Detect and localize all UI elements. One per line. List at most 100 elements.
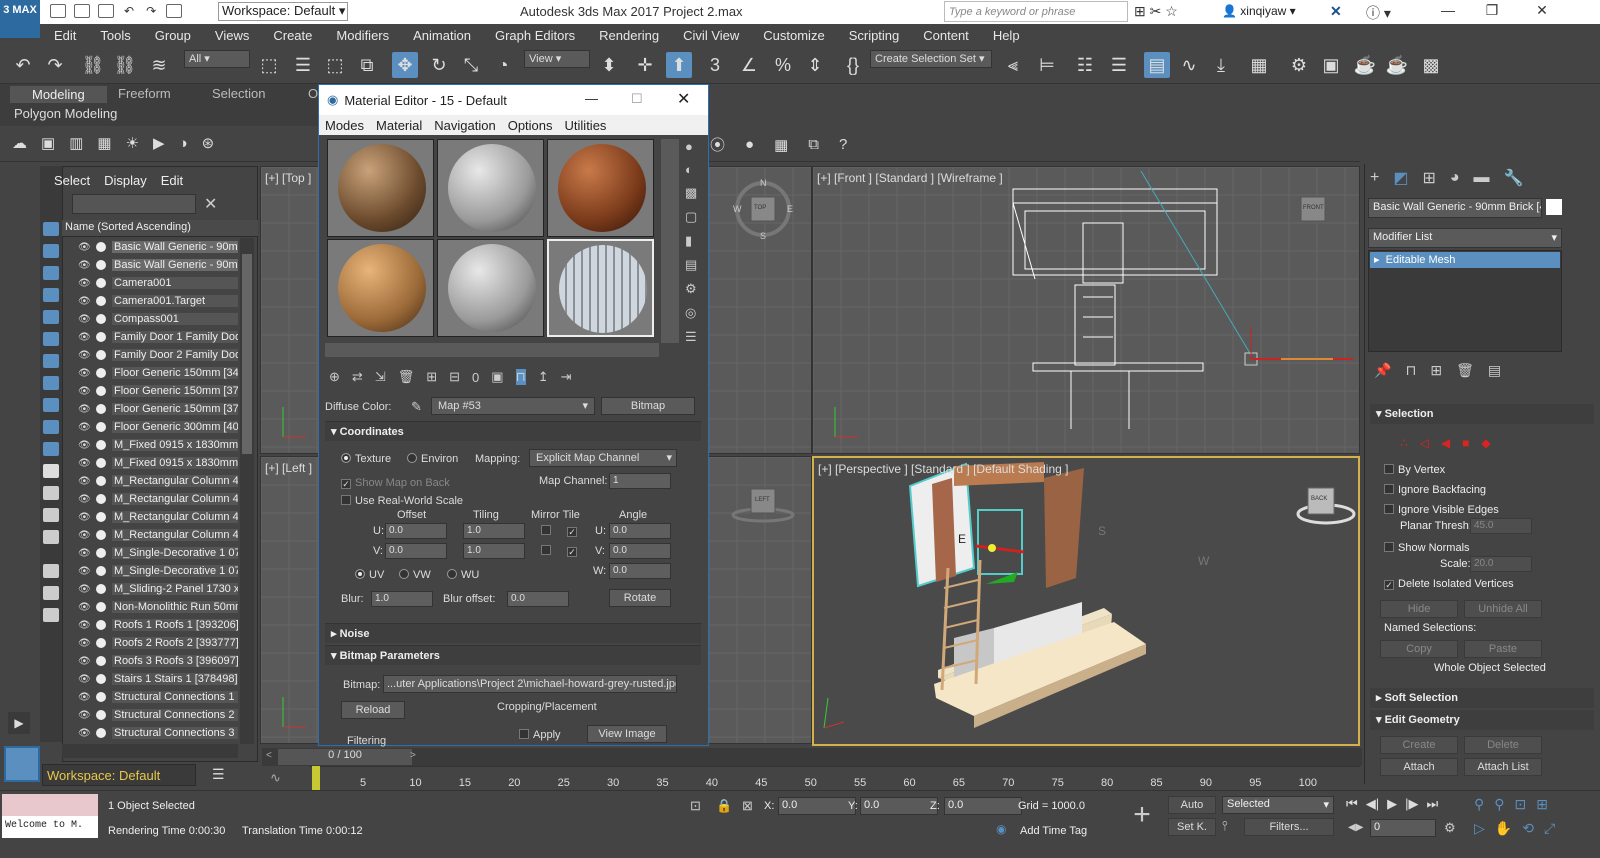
viewport-perspective[interactable]: [+] [Perspective ] [Standard ] [Default … — [812, 456, 1360, 746]
explorer-item[interactable]: 👁 Camera001 — [62, 274, 238, 292]
paste-button[interactable]: Paste — [1464, 640, 1542, 658]
bitmap-parameters-rollout[interactable]: ▾ Bitmap Parameters — [325, 645, 701, 665]
show-shaded-icon[interactable]: ▣ — [491, 369, 503, 385]
viewport-label-perspective[interactable]: [+] [Perspective ] [Standard ] [Default … — [818, 462, 1068, 476]
explorer-search-input[interactable] — [72, 194, 196, 214]
go-forward-icon[interactable]: ⇥ — [561, 369, 572, 385]
material-slot-4[interactable] — [327, 239, 434, 337]
v-offset-spinner[interactable]: 0.0 — [385, 543, 447, 559]
undo-icon[interactable]: ↶ — [124, 4, 134, 18]
polygon-icon[interactable]: ■ — [1462, 436, 1469, 450]
xref-filter-icon[interactable] — [43, 376, 59, 390]
visibility-eye-icon[interactable]: 👁 — [78, 566, 92, 577]
uv-tiling-icon[interactable]: ▢ — [685, 209, 697, 225]
light-icon[interactable]: ☀ — [126, 134, 139, 152]
visibility-eye-icon[interactable]: 👁 — [78, 710, 92, 721]
curve-editor-icon[interactable]: ∿ — [1176, 52, 1202, 78]
spinner-snap-icon[interactable]: ⇕ — [802, 52, 828, 78]
visibility-eye-icon[interactable]: 👁 — [78, 404, 92, 415]
explorer-item-label[interactable]: Floor Generic 150mm [343 — [112, 367, 238, 379]
checker-icon[interactable]: ⦿ — [710, 134, 725, 155]
v-angle-spinner[interactable]: 0.0 — [609, 543, 671, 559]
explorer-item-label[interactable]: Compass001 — [112, 313, 238, 325]
modifier-list-dropdown[interactable]: Modifier List ▾ — [1368, 228, 1562, 248]
layers-icon[interactable]: ☰ — [212, 766, 225, 783]
make-preview-icon[interactable]: ▤ — [685, 257, 697, 273]
real-world-scale-checkbox[interactable]: Use Real-World Scale — [341, 495, 463, 507]
go-to-end-icon[interactable]: ⏭ — [1426, 796, 1438, 812]
explorer-item[interactable]: 👁 Non-Monolithic Run 50mm — [62, 598, 238, 616]
explorer-item[interactable]: 👁 Basic Wall Generic - 90mm — [62, 238, 238, 256]
ribbon-tab-selection[interactable]: Selection — [212, 86, 265, 101]
display-tab-icon[interactable]: ▬ — [1474, 169, 1490, 187]
frozen-filter-icon[interactable] — [43, 442, 59, 456]
explorer-item-label[interactable]: M_Rectangular Column 45 — [112, 529, 238, 541]
motion-tab-icon[interactable]: ◕ — [1450, 169, 1460, 187]
key-mode-toggle-icon[interactable]: ◀▶ — [1348, 822, 1363, 833]
menu-customize[interactable]: Customize — [763, 28, 824, 43]
maxscript-mini-listener[interactable]: Welcome to M. — [2, 816, 98, 838]
explorer-item[interactable]: 👁 Roofs 3 Roofs 3 [396097] — [62, 652, 238, 670]
ribbon-tab-modeling[interactable]: Modeling — [10, 86, 107, 103]
u-tile-checkbox[interactable]: ✓ — [567, 525, 581, 537]
scene-explorer-toggle-icon[interactable]: ☷ — [1072, 52, 1098, 78]
key-filter-selected-dropdown[interactable]: Selected ▾ — [1222, 796, 1334, 814]
time-slider[interactable]: 0 / 100 < > — [262, 748, 1362, 766]
by-vertex-checkbox[interactable]: By Vertex — [1384, 464, 1445, 476]
explorer-item-label[interactable]: M_Fixed 0915 x 1830mm [ — [112, 439, 238, 451]
current-frame-marker[interactable] — [312, 766, 320, 790]
put-to-library-icon[interactable]: ⊟ — [449, 369, 460, 385]
rotate-button[interactable]: Rotate — [609, 589, 671, 607]
workspace-selector[interactable]: Workspace: Default — [42, 764, 196, 786]
menu-graph-editors[interactable]: Graph Editors — [495, 28, 575, 43]
edit-named-selection-icon[interactable]: {} — [840, 52, 866, 78]
explorer-item-label[interactable]: Structural Connections 1 S — [112, 691, 238, 703]
visibility-eye-icon[interactable]: 👁 — [78, 584, 92, 595]
render-in-cloud-icon[interactable]: ▩ — [1418, 52, 1444, 78]
menu-rendering[interactable]: Rendering — [599, 28, 659, 43]
close-icon[interactable]: ✕ — [677, 89, 690, 109]
select-scale-icon[interactable]: ⤡ — [458, 52, 484, 78]
visibility-eye-icon[interactable]: 👁 — [78, 332, 92, 343]
y-coordinate-field[interactable]: 0.0 — [860, 797, 938, 815]
zoom-all-icon[interactable]: ⚲ — [1494, 796, 1504, 813]
visibility-eye-icon[interactable]: 👁 — [78, 386, 92, 397]
viewport-label-top[interactable]: [+] [Top ] — [265, 171, 311, 185]
autodesk-360-icon[interactable]: ✕ — [1330, 3, 1342, 20]
explorer-item-label[interactable]: Floor Generic 150mm [373 — [112, 403, 238, 415]
prev-frame-icon[interactable]: < — [266, 750, 272, 761]
ignore-visible-edges-checkbox[interactable]: Ignore Visible Edges — [1384, 504, 1499, 516]
visibility-eye-icon[interactable]: 👁 — [78, 638, 92, 649]
explorer-column-header[interactable]: Name (Sorted Ascending) — [62, 220, 258, 237]
select-object-icon[interactable]: ⬚ — [256, 52, 282, 78]
visibility-eye-icon[interactable]: 👁 — [78, 548, 92, 559]
visibility-eye-icon[interactable]: 👁 — [78, 692, 92, 703]
vertex-icon[interactable]: ∴ — [1400, 436, 1408, 450]
new-file-icon[interactable] — [50, 4, 66, 18]
material-slot-2[interactable] — [437, 139, 544, 237]
material-id-icon[interactable]: 0 — [472, 370, 479, 385]
noise-rollout[interactable]: ▸ Noise — [325, 623, 701, 643]
render-production-icon[interactable]: ☕ — [1352, 52, 1378, 78]
modify-tab-icon[interactable]: ◩ — [1393, 168, 1408, 188]
explorer-item[interactable]: 👁 Compass001 — [62, 310, 238, 328]
explorer-item[interactable]: 👁 M_Sliding-2 Panel 1730 x 2 — [62, 580, 238, 598]
selection-rollout[interactable]: ▾ Selection — [1370, 404, 1594, 424]
restore-icon[interactable]: ❐ — [1480, 2, 1504, 22]
visibility-eye-icon[interactable]: 👁 — [78, 260, 92, 271]
face-icon[interactable]: ◀ — [1441, 436, 1450, 450]
material-slot-3[interactable] — [547, 139, 654, 237]
filters-button[interactable]: Filters... — [1244, 818, 1334, 836]
bind-space-warp-icon[interactable]: ≋ — [146, 52, 172, 78]
object-color-swatch[interactable] — [1546, 199, 1562, 215]
explorer-item[interactable]: 👁 Roofs 2 Roofs 2 [393777] — [62, 634, 238, 652]
zoom-extents-icon[interactable]: ⊡ — [1515, 796, 1527, 813]
filter-funnel-icon[interactable] — [43, 564, 59, 578]
reference-coordinate-dropdown[interactable]: View ▾ — [524, 50, 590, 68]
workspace-dropdown[interactable]: Workspace: Default ▾ — [218, 2, 348, 21]
explorer-item-label[interactable]: M_Single-Decorative 1 076 — [112, 547, 238, 559]
x-coordinate-field[interactable]: 0.0 — [778, 797, 856, 815]
invert-filter-icon[interactable] — [43, 530, 59, 544]
bone-filter-icon[interactable] — [43, 398, 59, 412]
explorer-item-label[interactable]: Roofs 3 Roofs 3 [396097] — [112, 655, 238, 667]
